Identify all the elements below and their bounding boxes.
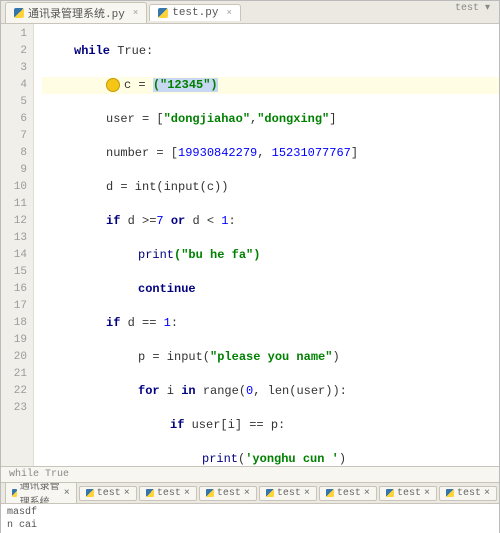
close-icon[interactable]: × [226,8,231,18]
close-icon[interactable]: × [424,488,430,499]
tab-file-2[interactable]: test.py × [149,4,241,21]
line-gutter: 1234567891011121314151617181920212223 [1,24,34,466]
console-line: n cai [7,519,493,532]
run-tab[interactable]: test× [439,486,497,501]
tab-label: 通讯录管理系统.py [28,5,125,21]
run-tab[interactable]: test× [79,486,137,501]
python-icon [446,489,454,497]
breadcrumb[interactable]: while True [1,466,499,482]
code-editor[interactable]: while True: c = ("12345") user = ["dongj… [34,24,499,466]
python-icon [266,489,274,497]
python-icon [12,489,17,497]
run-tab[interactable]: test× [199,486,257,501]
console-output[interactable]: masdf n cai [1,503,499,533]
run-tabs: 通讯录管理系统× test× test× test× test× test× t… [1,482,499,503]
python-icon [146,489,154,497]
tab-file-1[interactable]: 通讯录管理系统.py × [5,2,147,23]
run-config[interactable]: test ▾ [455,2,490,14]
close-icon[interactable]: × [64,488,70,499]
close-icon[interactable]: × [484,488,490,499]
python-icon [86,489,94,497]
editor-area: 1234567891011121314151617181920212223 wh… [1,24,499,466]
python-icon [326,489,334,497]
python-icon [14,8,24,18]
python-icon [206,489,214,497]
editor-tabs: 通讯录管理系统.py × test.py × test ▾ [1,1,499,24]
ide-window: 通讯录管理系统.py × test.py × test ▾ 1234567891… [0,0,500,533]
close-icon[interactable]: × [184,488,190,499]
close-icon[interactable]: × [124,488,130,499]
run-tab[interactable]: test× [259,486,317,501]
run-tab[interactable]: 通讯录管理系统× [5,482,77,503]
run-tab[interactable]: test× [319,486,377,501]
close-icon[interactable]: × [364,488,370,499]
run-tab[interactable]: test× [379,486,437,501]
close-icon[interactable]: × [244,488,250,499]
python-icon [158,8,168,18]
tab-label: test.py [172,7,218,19]
python-icon [386,489,394,497]
intention-bulb-icon[interactable] [106,78,120,92]
close-icon[interactable]: × [304,488,310,499]
close-icon[interactable]: × [133,8,138,18]
run-tab[interactable]: test× [139,486,197,501]
console-line: masdf [7,506,493,519]
